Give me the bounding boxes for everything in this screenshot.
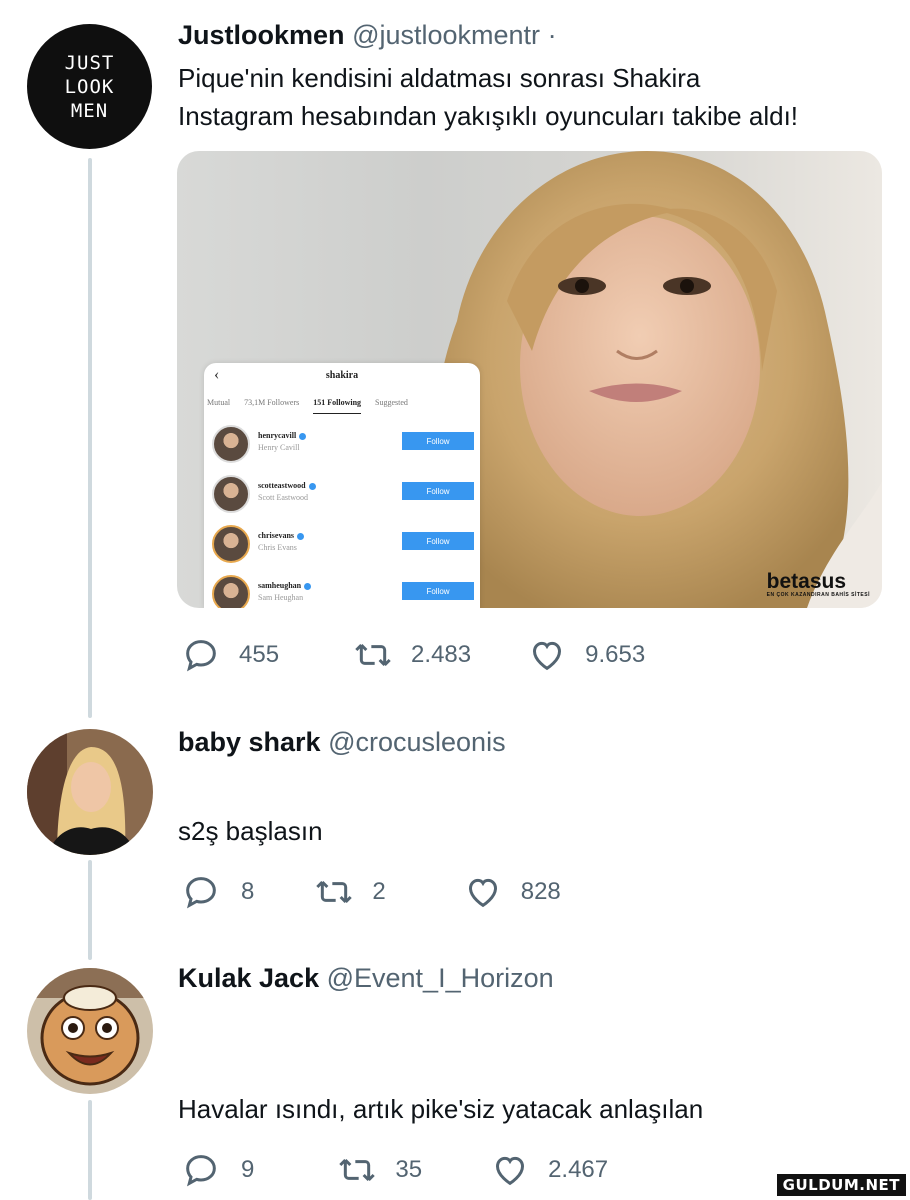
avatar xyxy=(212,575,250,608)
follow-button: Follow xyxy=(402,482,474,500)
instagram-user-row: samheughan Sam Heughan Follow xyxy=(212,575,474,608)
avatar[interactable] xyxy=(27,968,153,1094)
separator-dot: · xyxy=(547,20,557,50)
author-name[interactable]: baby shark xyxy=(178,727,321,757)
avatar xyxy=(212,425,250,463)
brand-logo: JUST LOOK MEN xyxy=(64,51,115,122)
tweet-header: Justlookmen @justlookmentr · xyxy=(178,20,557,51)
instagram-following-card: ‹ shakira Mutual 73,1M Followers 151 Fol… xyxy=(204,363,480,608)
heart-icon xyxy=(468,878,497,908)
reply-count: 9 xyxy=(241,1156,255,1183)
instagram-username: samheughan xyxy=(258,581,312,590)
heart-icon xyxy=(533,641,562,671)
instagram-tab: Mutual xyxy=(207,398,231,407)
avatar xyxy=(212,475,250,513)
tweet-header: baby shark @crocusleonis xyxy=(178,727,506,758)
instagram-tab-active: 151 Following xyxy=(313,398,362,414)
verified-icon xyxy=(308,482,316,490)
like-button[interactable]: 828 xyxy=(463,872,561,912)
tweet-header: Kulak Jack @Event_I_Horizon xyxy=(178,963,554,994)
verified-icon xyxy=(304,582,312,590)
avatar xyxy=(212,525,250,563)
instagram-fullname: Scott Eastwood xyxy=(258,493,308,502)
author-name[interactable]: Kulak Jack xyxy=(178,963,319,993)
instagram-fullname: Sam Heughan xyxy=(258,593,304,602)
author-name[interactable]: Justlookmen xyxy=(178,20,345,50)
reply-button[interactable]: 9 xyxy=(181,1150,254,1190)
retweet-icon xyxy=(316,880,353,904)
verified-icon xyxy=(299,432,307,440)
tweet-actions: 8 2 828 xyxy=(181,872,561,912)
like-button[interactable]: 2.467 xyxy=(490,1150,608,1190)
instagram-fullname: Henry Cavill xyxy=(258,443,300,452)
retweet-icon xyxy=(339,1158,376,1182)
retweet-button[interactable]: 2.483 xyxy=(353,635,471,675)
reply-count: 455 xyxy=(239,641,280,668)
reply-icon xyxy=(186,877,216,909)
like-count: 2.467 xyxy=(548,1156,609,1183)
tweet-text: s2ş başlasın xyxy=(178,816,323,846)
retweet-button[interactable]: 2 xyxy=(314,872,386,912)
retweet-icon xyxy=(355,643,391,667)
verified-icon xyxy=(297,532,304,540)
retweet-count: 35 xyxy=(395,1156,423,1183)
tweet-text-line: Pique'nin kendisini aldatması sonrası Sh… xyxy=(178,63,701,93)
site-watermark: GULDUM.NET xyxy=(776,1174,906,1196)
reply-button[interactable]: 455 xyxy=(181,635,279,675)
like-count: 828 xyxy=(520,878,561,905)
avatar[interactable]: JUST LOOK MEN xyxy=(27,24,152,149)
author-handle[interactable]: @justlookmentr xyxy=(352,20,540,50)
instagram-username: chrisevans xyxy=(258,531,304,540)
tweet-text: Pique'nin kendisini aldatması sonrası Sh… xyxy=(178,59,798,135)
author-handle[interactable]: @Event_I_Horizon xyxy=(327,963,554,993)
retweet-count: 2.483 xyxy=(411,641,472,668)
instagram-username: henrycavill xyxy=(258,431,307,440)
reply-count: 8 xyxy=(241,878,255,905)
follow-button: Follow xyxy=(402,532,474,550)
instagram-tabs: Mutual 73,1M Followers 151 Following Sug… xyxy=(204,398,480,414)
instagram-fullname: Chris Evans xyxy=(258,543,297,552)
tweet-text-line: Instagram hesabından yakışıklı oyuncular… xyxy=(178,101,799,131)
instagram-profile-title: shakira xyxy=(325,370,359,381)
like-count: 9.653 xyxy=(585,641,646,668)
avatar[interactable] xyxy=(27,729,153,855)
reply-icon xyxy=(186,1155,216,1187)
like-button[interactable]: 9.653 xyxy=(527,635,645,675)
instagram-tab: Suggested xyxy=(375,398,408,407)
tweet-media[interactable]: ‹ shakira Mutual 73,1M Followers 151 Fol… xyxy=(177,151,882,608)
heart-icon xyxy=(496,1156,525,1186)
retweet-button[interactable]: 35 xyxy=(337,1150,422,1190)
retweet-count: 2 xyxy=(372,878,386,905)
follow-button: Follow xyxy=(402,432,474,450)
tweet-text: Havalar ısındı, artık pike'siz yatacak a… xyxy=(178,1094,704,1124)
reply-icon xyxy=(186,640,216,672)
instagram-user-row: henrycavill Henry Cavill Follow xyxy=(212,425,474,465)
tweet-actions: 455 2.483 9.653 xyxy=(181,635,645,675)
instagram-user-row: chrisevans Chris Evans Follow xyxy=(212,525,474,565)
betasus-watermark: betasus EN ÇOK KAZANDIRAN BAHİS SİTESİ xyxy=(766,570,870,598)
follow-button: Follow xyxy=(402,582,474,600)
main-tweet[interactable]: JUST LOOK MEN Justlookmen @justlookmentr… xyxy=(0,0,910,700)
reply-tweet[interactable]: Kulak Jack @Event_I_Horizon Havalar ısın… xyxy=(0,955,910,1200)
reply-tweet[interactable]: baby shark @crocusleonis s2ş başlasın 8 … xyxy=(0,715,910,945)
instagram-user-row: scotteastwood Scott Eastwood Follow xyxy=(212,475,474,515)
reply-button[interactable]: 8 xyxy=(181,872,254,912)
author-handle[interactable]: @crocusleonis xyxy=(328,727,505,757)
instagram-username: scotteastwood xyxy=(258,481,316,490)
tweet-actions: 9 35 2.467 xyxy=(181,1150,608,1190)
instagram-tab: 73,1M Followers xyxy=(244,398,300,407)
